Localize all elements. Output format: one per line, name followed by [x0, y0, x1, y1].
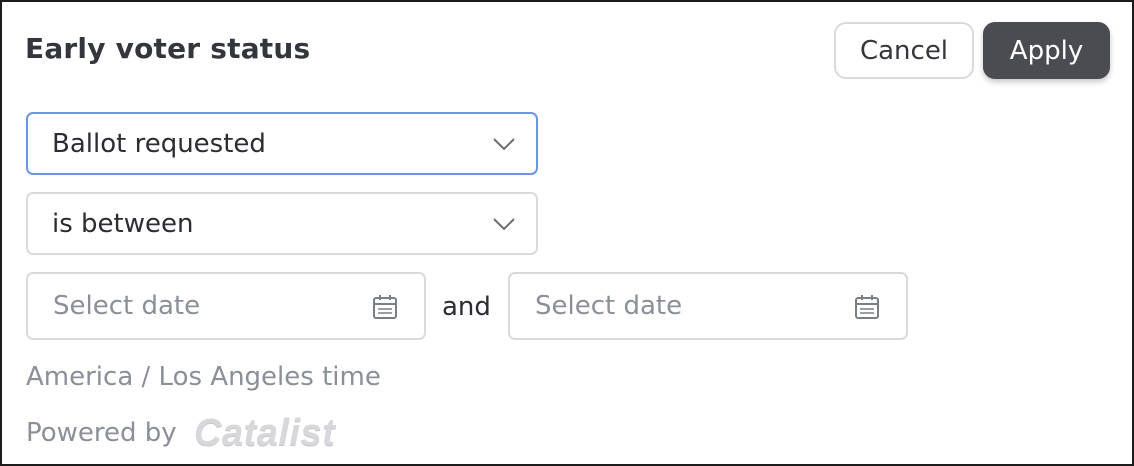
cancel-button[interactable]: Cancel — [834, 22, 974, 79]
operator-select-value: is between — [52, 208, 194, 239]
operator-select[interactable]: is between — [26, 192, 538, 255]
powered-by-label: Powered by — [26, 418, 177, 448]
chevron-down-icon — [493, 218, 515, 231]
calendar-icon[interactable] — [854, 294, 880, 320]
start-date-placeholder: Select date — [53, 291, 201, 321]
start-date-input[interactable]: Select date — [26, 272, 426, 340]
calendar-icon[interactable] — [372, 294, 398, 320]
field-select[interactable]: Ballot requested — [26, 112, 538, 175]
chevron-down-icon — [493, 138, 515, 151]
early-voter-status-dialog: Early voter status Cancel Apply Ballot r… — [0, 0, 1134, 466]
dialog-title: Early voter status — [25, 32, 311, 65]
timezone-note: America / Los Angeles time — [26, 362, 381, 392]
apply-button[interactable]: Apply — [983, 22, 1110, 79]
date-range-connector: and — [442, 292, 491, 322]
catalist-logo: Catalist — [194, 412, 336, 454]
end-date-input[interactable]: Select date — [508, 272, 908, 340]
field-select-value: Ballot requested — [52, 128, 266, 159]
end-date-placeholder: Select date — [535, 291, 683, 321]
